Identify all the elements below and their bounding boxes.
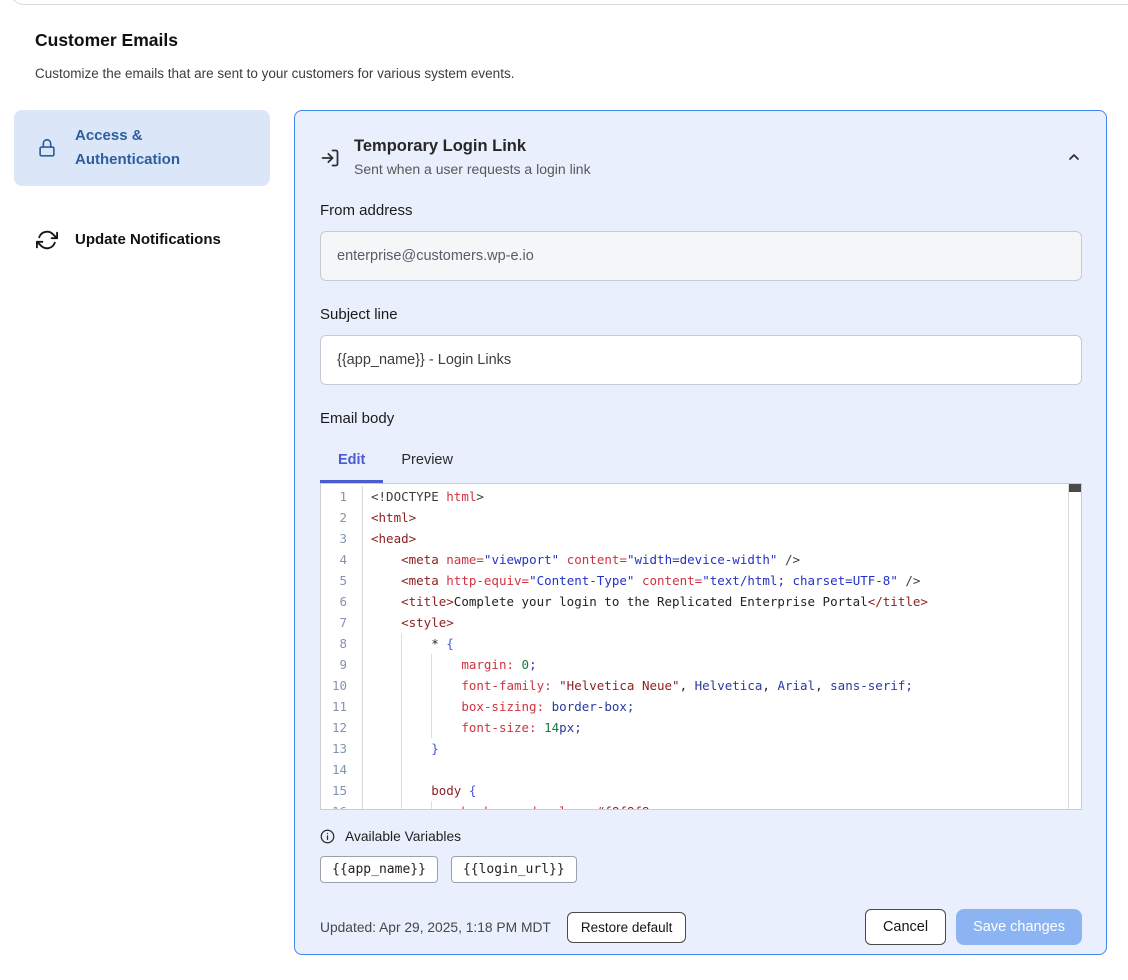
code-editor-lines: 1<!DOCTYPE html>2<html>3<head>4 <meta na… xyxy=(321,484,1081,810)
code-line[interactable]: 14 xyxy=(321,759,1081,780)
card-subtitle: Sent when a user requests a login link xyxy=(354,161,591,177)
code-line[interactable]: 5 <meta http-equiv="Content-Type" conten… xyxy=(321,570,1081,591)
code-line[interactable]: 16 background-color: #f8f8f8; xyxy=(321,801,1081,810)
code-line[interactable]: 6 <title>Complete your login to the Repl… xyxy=(321,591,1081,612)
from-address-input[interactable] xyxy=(320,231,1082,281)
page-title: Customer Emails xyxy=(35,30,178,51)
tab-preview[interactable]: Preview xyxy=(383,439,471,483)
variable-chips: {{app_name}} {{login_url}} xyxy=(320,856,1082,883)
code-line[interactable]: 13 } xyxy=(321,738,1081,759)
updated-timestamp: Updated: Apr 29, 2025, 1:18 PM MDT xyxy=(320,920,551,935)
email-body-label: Email body xyxy=(320,410,1082,427)
sidebar: Access & Authentication Update Notificat… xyxy=(14,110,270,266)
variable-chip-login-url[interactable]: {{login_url}} xyxy=(451,856,577,883)
code-line[interactable]: 7 <style> xyxy=(321,612,1081,633)
code-line[interactable]: 1<!DOCTYPE html> xyxy=(321,486,1081,507)
page-subtitle: Customize the emails that are sent to yo… xyxy=(35,66,514,81)
subject-line-input[interactable] xyxy=(320,335,1082,385)
login-icon xyxy=(320,148,340,168)
subject-line-label: Subject line xyxy=(320,306,1082,323)
available-variables-row: Available Variables xyxy=(320,829,1082,844)
sidebar-item-update-notifications[interactable]: Update Notifications xyxy=(14,214,270,266)
code-line[interactable]: 10 font-family: "Helvetica Neue", Helvet… xyxy=(321,675,1081,696)
from-address-label: From address xyxy=(320,202,1082,219)
editor-scrollbar[interactable] xyxy=(1068,484,1081,809)
customer-emails-page: Customer Emails Customize the emails tha… xyxy=(0,0,1128,980)
refresh-icon xyxy=(36,229,58,251)
previous-card-bottom-edge xyxy=(10,0,1128,5)
code-line[interactable]: 12 font-size: 14px; xyxy=(321,717,1081,738)
available-variables-label: Available Variables xyxy=(345,829,461,844)
sidebar-item-label: Update Notifications xyxy=(75,228,221,252)
card-header: Temporary Login Link Sent when a user re… xyxy=(320,137,1082,177)
code-editor[interactable]: 1<!DOCTYPE html>2<html>3<head>4 <meta na… xyxy=(320,483,1082,810)
code-line[interactable]: 4 <meta name="viewport" content="width=d… xyxy=(321,549,1081,570)
collapse-button[interactable] xyxy=(1066,149,1082,168)
card-header-text: Temporary Login Link Sent when a user re… xyxy=(354,137,591,177)
code-line[interactable]: 15 body { xyxy=(321,780,1081,801)
temporary-login-link-card: Temporary Login Link Sent when a user re… xyxy=(294,110,1107,955)
info-icon xyxy=(320,829,335,844)
sidebar-item-access-authentication[interactable]: Access & Authentication xyxy=(14,110,270,186)
restore-default-button[interactable]: Restore default xyxy=(567,912,687,943)
email-body-tabs: Edit Preview xyxy=(320,439,1082,483)
code-line[interactable]: 8 * { xyxy=(321,633,1081,654)
code-line[interactable]: 2<html> xyxy=(321,507,1081,528)
lock-icon xyxy=(36,137,58,159)
editor-scrollbar-thumb[interactable] xyxy=(1069,484,1081,492)
code-line[interactable]: 3<head> xyxy=(321,528,1081,549)
save-changes-button[interactable]: Save changes xyxy=(956,909,1082,945)
variable-chip-app-name[interactable]: {{app_name}} xyxy=(320,856,438,883)
cancel-button[interactable]: Cancel xyxy=(865,909,946,945)
code-line[interactable]: 9 margin: 0; xyxy=(321,654,1081,675)
code-line[interactable]: 11 box-sizing: border-box; xyxy=(321,696,1081,717)
chevron-up-icon xyxy=(1066,149,1082,168)
card-footer: Updated: Apr 29, 2025, 1:18 PM MDT Resto… xyxy=(320,909,1082,945)
sidebar-item-label: Access & Authentication xyxy=(75,124,250,172)
card-title: Temporary Login Link xyxy=(354,137,591,156)
tab-edit[interactable]: Edit xyxy=(320,439,383,483)
